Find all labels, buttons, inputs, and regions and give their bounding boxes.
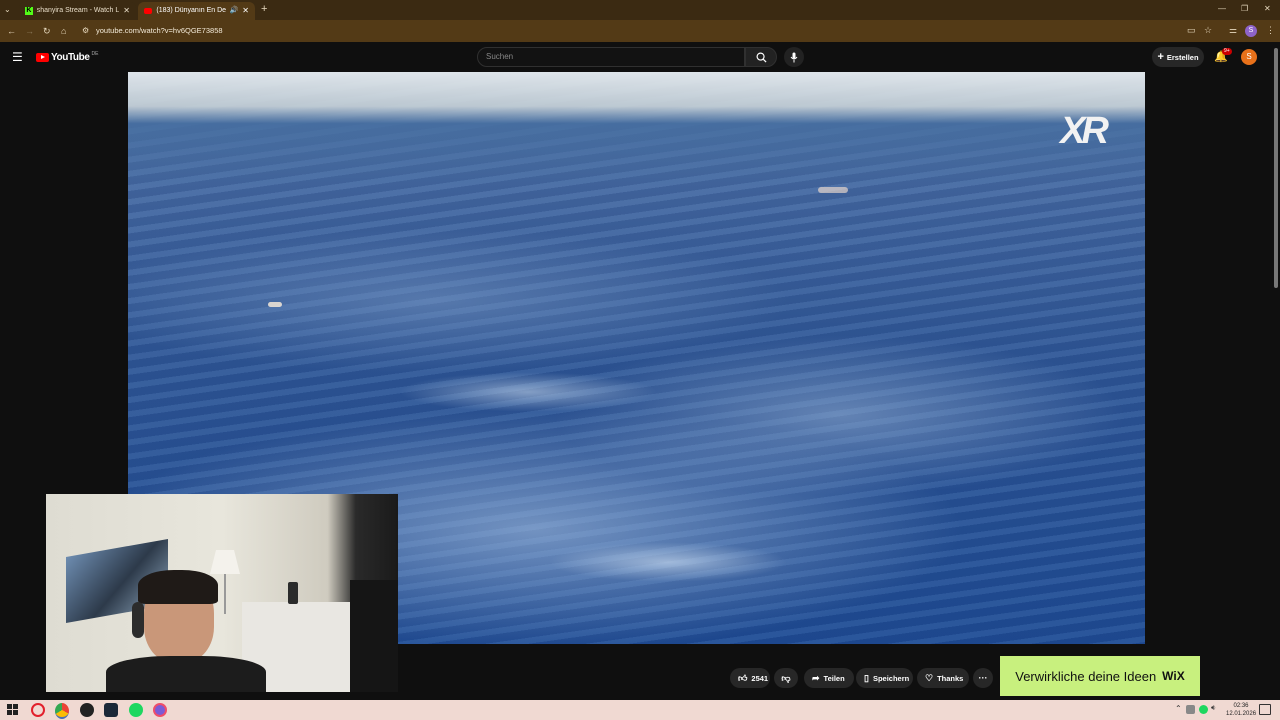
dislike-button[interactable]: 👎︎ bbox=[774, 668, 798, 688]
bookmark-icon: ▯ bbox=[864, 672, 869, 683]
tab-title: shanyira Stream - Watch Live o bbox=[36, 7, 120, 14]
close-tab-icon[interactable]: ✕ bbox=[242, 2, 249, 20]
extensions-icon[interactable]: ⚌ bbox=[1229, 25, 1237, 36]
audio-playing-icon[interactable]: 🔊 bbox=[230, 2, 239, 20]
user-avatar[interactable]: S bbox=[1241, 49, 1257, 65]
youtube-play-logo-icon bbox=[36, 53, 49, 62]
spotify-icon[interactable] bbox=[129, 703, 143, 717]
hamburger-menu-icon[interactable]: ☰ bbox=[12, 50, 23, 64]
webcam-overlay bbox=[46, 494, 398, 692]
minimize-icon[interactable]: — bbox=[1218, 4, 1226, 13]
headphones bbox=[132, 602, 144, 638]
reload-icon[interactable]: ↻ bbox=[43, 26, 51, 37]
home-icon[interactable]: ⌂ bbox=[61, 26, 66, 36]
tray-app-icon[interactable] bbox=[1186, 705, 1195, 714]
tab-title: (183) Dünyanın En Derin N bbox=[156, 7, 226, 14]
close-window-icon[interactable]: ✕ bbox=[1264, 4, 1271, 13]
browser-profile-avatar[interactable]: S bbox=[1245, 25, 1257, 37]
voice-search-button[interactable] bbox=[784, 47, 804, 67]
share-arrow-icon: ➦ bbox=[812, 672, 820, 683]
notification-count-badge: 9+ bbox=[1222, 48, 1232, 55]
tray-chevron-icon[interactable]: ⌃ bbox=[1175, 704, 1182, 713]
app-icon[interactable] bbox=[153, 703, 167, 717]
region-code: DE bbox=[91, 50, 99, 57]
steam-icon[interactable] bbox=[104, 703, 118, 717]
search-placeholder: Suchen bbox=[486, 52, 514, 61]
thumbs-down-icon: 👎︎ bbox=[781, 672, 791, 683]
obs-icon[interactable] bbox=[80, 703, 94, 717]
wave-crest bbox=[398, 372, 658, 412]
back-icon[interactable]: ← bbox=[7, 26, 16, 36]
like-button[interactable]: 👍︎ 2541 bbox=[730, 668, 770, 688]
search-input[interactable] bbox=[477, 47, 745, 67]
plus-icon: + bbox=[1157, 51, 1164, 63]
windows-taskbar bbox=[0, 700, 1280, 720]
wave-crest bbox=[548, 542, 788, 582]
ad-text: Verwirkliche deine Ideen bbox=[1015, 668, 1157, 684]
share-button[interactable]: ➦ Teilen bbox=[804, 668, 854, 688]
windows-start-icon[interactable] bbox=[7, 704, 18, 715]
person-hair bbox=[138, 570, 218, 604]
thanks-label: Thanks bbox=[937, 673, 964, 683]
thanks-button[interactable]: ♡ Thanks bbox=[917, 668, 969, 688]
tray-spotify-icon[interactable] bbox=[1199, 705, 1208, 714]
save-label: Speichern bbox=[872, 673, 910, 683]
create-button[interactable]: + Erstellen bbox=[1152, 47, 1204, 67]
share-label: Teilen bbox=[823, 673, 845, 683]
new-tab-button[interactable]: + bbox=[261, 3, 267, 15]
opera-icon[interactable] bbox=[31, 703, 45, 717]
more-actions-button[interactable]: ··· bbox=[973, 668, 993, 688]
volume-icon[interactable]: 🔉︎ bbox=[1211, 703, 1216, 713]
save-button[interactable]: ▯ Speichern bbox=[856, 668, 913, 688]
tab-list-chevron-icon[interactable]: ⌄ bbox=[4, 5, 11, 14]
clock-time: 02:36 bbox=[1233, 703, 1249, 709]
search-button[interactable] bbox=[745, 47, 777, 67]
monitor bbox=[350, 580, 398, 692]
cast-icon[interactable]: ▭ bbox=[1187, 25, 1196, 36]
tab-kick-stream[interactable]: K shanyira Stream - Watch Live o ✕ bbox=[19, 2, 136, 20]
notification-center-icon[interactable] bbox=[1259, 704, 1271, 715]
kick-favicon-icon: K bbox=[25, 7, 33, 15]
channel-watermark: XR bbox=[1060, 110, 1109, 152]
youtube-logo[interactable]: YouTube DE bbox=[36, 50, 99, 63]
youtube-wordmark: YouTube bbox=[51, 52, 90, 63]
lamp-pole bbox=[224, 574, 226, 614]
tab-youtube-video[interactable]: (183) Dünyanın En Derin N 🔊 ✕ bbox=[138, 2, 255, 20]
microphone-icon bbox=[790, 52, 798, 62]
browser-menu-icon[interactable]: ⋮ bbox=[1266, 25, 1275, 36]
forward-icon[interactable]: → bbox=[25, 26, 34, 36]
wix-ad-banner[interactable]: Verwirkliche deine Ideen WiX bbox=[1000, 656, 1200, 696]
restore-icon[interactable]: ❐ bbox=[1241, 4, 1248, 13]
bookmark-star-icon[interactable]: ☆ bbox=[1204, 25, 1212, 36]
search-icon bbox=[756, 52, 767, 63]
super-thanks-icon: ♡ bbox=[925, 672, 934, 683]
page-scrollbar[interactable] bbox=[1274, 48, 1278, 288]
site-info-icon[interactable]: ⚙ bbox=[82, 26, 89, 35]
thumbs-up-icon: 👍︎ bbox=[738, 672, 748, 683]
sea-foam bbox=[268, 302, 282, 307]
bottle bbox=[288, 582, 298, 604]
clock-date: 12.01.2026 bbox=[1226, 711, 1257, 717]
system-clock[interactable]: 02:36 12.01.2026 bbox=[1226, 702, 1256, 718]
close-tab-icon[interactable]: ✕ bbox=[123, 2, 130, 20]
sea-foam bbox=[818, 187, 848, 193]
person-shirt bbox=[106, 656, 266, 692]
chrome-icon[interactable] bbox=[55, 703, 69, 719]
youtube-favicon-icon bbox=[144, 8, 153, 14]
address-bar[interactable]: youtube.com/watch?v=hv6QGE73858 bbox=[96, 26, 223, 35]
lamp-shade bbox=[210, 550, 240, 574]
create-label: Erstellen bbox=[1166, 52, 1199, 62]
wix-logo: WiX bbox=[1162, 669, 1185, 683]
like-count: 2541 bbox=[751, 673, 769, 683]
